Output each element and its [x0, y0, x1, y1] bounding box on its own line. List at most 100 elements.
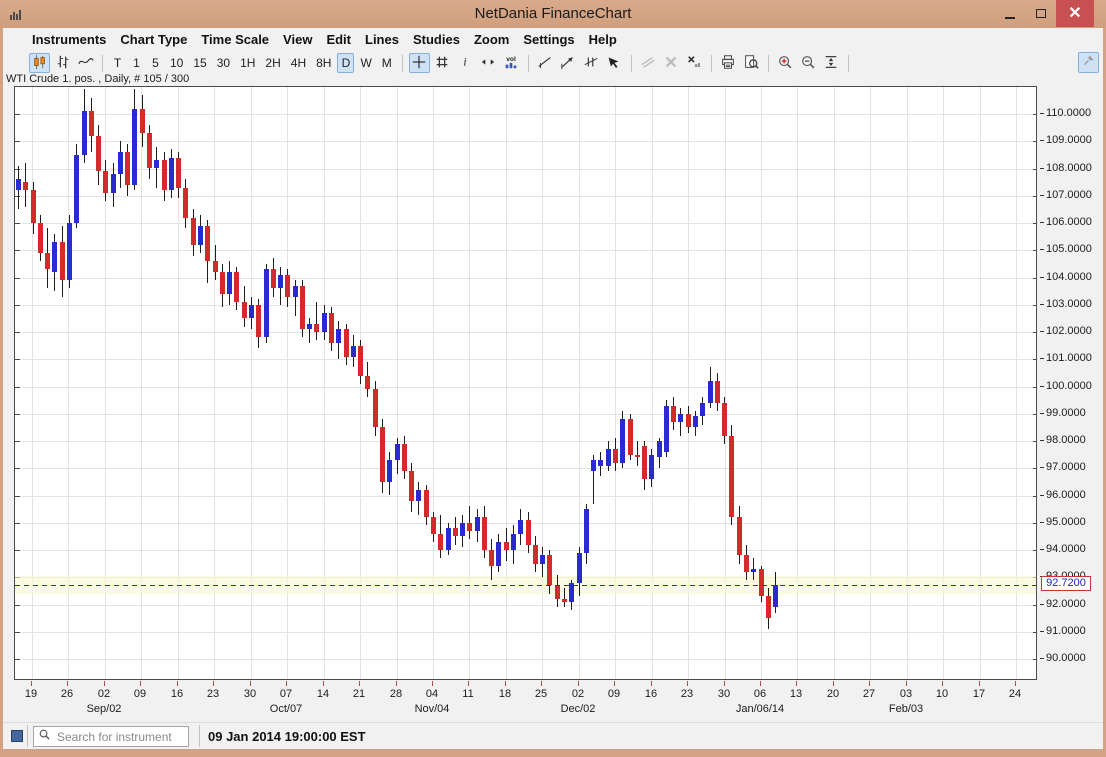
x-tick-mark: [432, 681, 433, 686]
app-body: InstrumentsChart TypeTime ScaleViewEditL…: [3, 28, 1103, 749]
x-axis-label: 02: [563, 688, 593, 700]
parallel-lines-button[interactable]: [581, 53, 602, 73]
candle: [300, 286, 305, 330]
trendline-button[interactable]: [535, 53, 556, 73]
minimize-button[interactable]: [995, 0, 1025, 27]
info-button[interactable]: i: [455, 53, 476, 73]
volume-button[interactable]: vol: [501, 53, 522, 73]
statusbar-divider: [199, 725, 200, 747]
delete-line-button[interactable]: [661, 53, 682, 73]
candle: [737, 517, 742, 555]
menu-item-edit[interactable]: Edit: [319, 30, 358, 49]
zoom-out-button[interactable]: [798, 53, 819, 73]
candle: [322, 313, 327, 332]
timeframe-t-button[interactable]: T: [109, 53, 126, 73]
y-tick-mark: [15, 114, 20, 115]
pointer-arrow-button[interactable]: [604, 53, 625, 73]
ohlc-bars-icon: [55, 54, 71, 73]
x-axis-month-label: Nov/04: [394, 703, 470, 715]
candle: [154, 160, 159, 168]
x-tick-mark: [796, 681, 797, 686]
gridline-horizontal: [15, 114, 1037, 115]
toolbar-divider: [402, 55, 403, 72]
pin-panel-button[interactable]: [1078, 52, 1099, 73]
menu-item-help[interactable]: Help: [582, 30, 624, 49]
merge-lines-button[interactable]: [638, 53, 659, 73]
candle: [577, 553, 582, 583]
y-tick-mark: [1033, 114, 1037, 115]
x-axis-label: 14: [308, 688, 338, 700]
y-axis-label: 103.0000: [1046, 298, 1092, 310]
svg-text:all: all: [695, 62, 701, 68]
menu-item-time-scale[interactable]: Time Scale: [194, 30, 276, 49]
candle: [74, 155, 79, 223]
candle: [118, 152, 123, 174]
y-tick-mark: [1033, 141, 1037, 142]
zoom-in-button[interactable]: [775, 53, 796, 73]
timeframe-15-button[interactable]: 15: [189, 53, 210, 73]
x-tick-mark: [213, 681, 214, 686]
y-tick-mark: [1033, 223, 1037, 224]
close-button[interactable]: ✕: [1056, 0, 1094, 27]
menu-item-view[interactable]: View: [276, 30, 319, 49]
timeframe-30-button[interactable]: 30: [213, 53, 234, 73]
trendline-ray-button[interactable]: [558, 53, 579, 73]
maximize-button[interactable]: [1026, 0, 1056, 27]
menu-item-settings[interactable]: Settings: [516, 30, 581, 49]
candle: [591, 460, 596, 471]
timeframe-10-button[interactable]: 10: [166, 53, 187, 73]
delete-all-icon: all: [686, 54, 702, 73]
candle: [293, 286, 298, 297]
gridline-horizontal: [15, 550, 1037, 551]
y-tick-mark: [1040, 140, 1044, 141]
print-button[interactable]: [718, 53, 739, 73]
candle-wick: [316, 302, 317, 340]
timeframe-5-button[interactable]: 5: [147, 53, 164, 73]
x-tick-mark: [104, 681, 105, 686]
timeframe-m-button[interactable]: M: [378, 53, 396, 73]
candlestick-chart-button[interactable]: [29, 53, 50, 73]
print-preview-button[interactable]: [741, 53, 762, 73]
delete-all-button[interactable]: all: [684, 53, 705, 73]
y-axis: 110.0000109.0000108.0000107.0000106.0000…: [1040, 86, 1103, 682]
menu-item-zoom[interactable]: Zoom: [467, 30, 516, 49]
menu-item-lines[interactable]: Lines: [358, 30, 406, 49]
line-chart-button[interactable]: [75, 53, 96, 73]
candle: [526, 520, 531, 545]
timeframe-2h-button[interactable]: 2H: [261, 53, 284, 73]
candle: [31, 190, 36, 223]
menu-item-instruments[interactable]: Instruments: [25, 30, 113, 49]
y-tick-mark: [15, 659, 20, 660]
y-axis-label: 92.0000: [1046, 598, 1086, 610]
plot-area[interactable]: [14, 86, 1037, 680]
candle: [67, 223, 72, 280]
fit-vertical-button[interactable]: [821, 53, 842, 73]
horizontal-scroll-button[interactable]: [478, 53, 499, 73]
pointer-arrow-icon: [606, 54, 622, 73]
instrument-search-box[interactable]: [33, 726, 189, 747]
print-preview-icon: [743, 54, 759, 73]
grid-button[interactable]: [432, 53, 453, 73]
print-icon: [720, 54, 736, 73]
y-axis-label: 96.0000: [1046, 489, 1086, 501]
timeframe-1-button[interactable]: 1: [128, 53, 145, 73]
timeframe-w-button[interactable]: W: [356, 53, 375, 73]
x-axis-label: 23: [198, 688, 228, 700]
ohlc-bars-button[interactable]: [52, 53, 73, 73]
candle: [147, 133, 152, 168]
menu-item-chart-type[interactable]: Chart Type: [113, 30, 194, 49]
toolbar-divider: [848, 55, 849, 72]
x-tick-mark: [833, 681, 834, 686]
timeframe-d-button[interactable]: D: [337, 53, 354, 73]
search-input[interactable]: [55, 729, 183, 745]
menu-item-studies[interactable]: Studies: [406, 30, 467, 49]
last-update-timestamp: 09 Jan 2014 19:00:00 EST: [208, 729, 366, 744]
timeframe-1h-button[interactable]: 1H: [236, 53, 259, 73]
info-icon: i: [457, 54, 473, 73]
candle: [285, 275, 290, 297]
y-tick-mark: [1040, 277, 1044, 278]
timeframe-8h-button[interactable]: 8H: [312, 53, 335, 73]
timeframe-4h-button[interactable]: 4H: [287, 53, 310, 73]
crosshair-button[interactable]: [409, 53, 430, 73]
gridline-horizontal: [15, 196, 1037, 197]
